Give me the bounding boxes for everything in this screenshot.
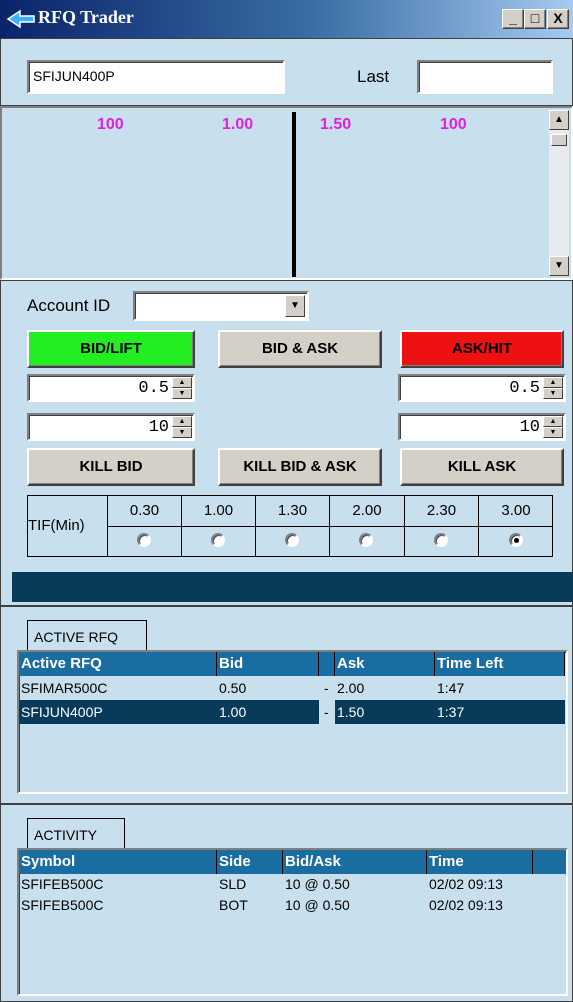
scroll-down-arrow-icon[interactable]: ▼	[549, 256, 569, 276]
table-row[interactable]: SFIFEB500C SLD 10 @ 0.50 02/02 09:13	[19, 874, 565, 896]
tif-radio-1-30[interactable]	[285, 533, 299, 547]
bid-and-ask-button[interactable]: BID & ASK	[218, 330, 382, 368]
rfq-bid: 1.00	[219, 704, 247, 720]
bid-price-spinner[interactable]: 0.5 ▲ ▼	[27, 374, 195, 402]
tif-option-2-30[interactable]: 2.30	[404, 495, 478, 557]
column-header-side[interactable]: Side	[217, 850, 283, 874]
ask-hit-button[interactable]: ASK/HIT	[400, 330, 564, 368]
column-header-time[interactable]: Time	[427, 850, 533, 874]
tab-activity[interactable]: ACTIVITY	[27, 818, 125, 848]
activity-table: Symbol Side Bid/Ask Time SFIFEB500C SLD …	[17, 848, 568, 996]
account-id-select[interactable]: ▼	[133, 291, 309, 321]
minimize-button[interactable]: _	[502, 9, 524, 29]
activity-time: 02/02 09:13	[429, 876, 503, 892]
activity-bid-ask: 10 @ 0.50	[285, 876, 350, 892]
spin-down-icon[interactable]: ▼	[543, 388, 563, 399]
tif-option-2-00[interactable]: 2.00	[329, 495, 404, 557]
spin-down-icon[interactable]: ▼	[543, 427, 563, 438]
kill-bid-and-ask-button[interactable]: KILL BID & ASK	[218, 448, 382, 486]
chevron-down-icon[interactable]: ▼	[285, 295, 305, 317]
ask-qty-value: 10	[519, 418, 540, 437]
rfq-time-left: 1:47	[437, 680, 465, 696]
spin-up-icon[interactable]: ▲	[543, 416, 563, 427]
tif-label: TIF(Min)	[28, 517, 85, 534]
tif-radio-2-30[interactable]	[434, 533, 448, 547]
activity-symbol: SFIFEB500C	[21, 897, 104, 913]
spin-down-icon[interactable]: ▼	[172, 388, 192, 399]
activity-time: 02/02 09:13	[429, 897, 503, 913]
spin-up-icon[interactable]: ▲	[172, 377, 192, 388]
bid-price: 1.00	[222, 116, 254, 133]
table-row[interactable]: SFIMAR500C 0.50 - 2.00 1:47	[19, 676, 565, 700]
ask-price-value: 0.5	[509, 379, 540, 398]
bid-price-value: 0.5	[138, 379, 169, 398]
table-row[interactable]: SFIFEB500C BOT 10 @ 0.50 02/02 09:13	[19, 895, 565, 917]
symbol-input[interactable]: SFIJUN400P	[27, 60, 285, 94]
activity-side: SLD	[219, 876, 247, 892]
tif-option-0-30[interactable]: 0.30	[107, 495, 181, 557]
rfq-symbol: SFIMAR500C	[21, 680, 108, 696]
rfq-ask: 2.00	[337, 680, 365, 696]
bid-size: 100	[97, 116, 124, 133]
tif-option-3-00[interactable]: 3.00	[478, 495, 553, 557]
column-header-bid[interactable]: Bid	[217, 652, 319, 676]
table-row-selected[interactable]: SFIJUN400P 1.00 - 1.50 1:37	[19, 700, 565, 724]
bid-lift-button[interactable]: BID/LIFT	[27, 330, 195, 368]
activity-bid-ask: 10 @ 0.50	[285, 897, 350, 913]
bid-qty-value: 10	[148, 418, 169, 437]
spin-up-icon[interactable]: ▲	[172, 416, 192, 427]
tif-radio-3-00[interactable]	[509, 533, 523, 547]
rfq-symbol: SFIJUN400P	[21, 704, 103, 720]
depth-panel	[0, 106, 573, 280]
bid-qty-spinner[interactable]: 10 ▲ ▼	[27, 413, 195, 441]
account-id-label: Account ID	[27, 296, 111, 315]
kill-ask-button[interactable]: KILL ASK	[400, 448, 564, 486]
ask-price: 1.50	[320, 116, 352, 133]
tif-radio-0-30[interactable]	[137, 533, 151, 547]
kill-bid-button[interactable]: KILL BID	[27, 448, 195, 486]
column-header-symbol[interactable]: Symbol	[19, 850, 217, 874]
ask-size: 100	[440, 116, 467, 133]
status-bar	[12, 572, 573, 602]
tab-active-rfq[interactable]: ACTIVE RFQ	[27, 620, 147, 650]
spin-up-icon[interactable]: ▲	[543, 377, 563, 388]
last-label: Last	[357, 67, 390, 86]
ask-qty-spinner[interactable]: 10 ▲ ▼	[398, 413, 566, 441]
ask-price-spinner[interactable]: 0.5 ▲ ▼	[398, 374, 566, 402]
app-icon	[6, 9, 35, 29]
tif-option-1-30[interactable]: 1.30	[255, 495, 329, 557]
tif-radio-1-00[interactable]	[211, 533, 225, 547]
rfq-bid: 0.50	[219, 680, 247, 696]
order-entry-panel	[0, 280, 573, 606]
scroll-up-arrow-icon[interactable]: ▲	[549, 110, 569, 130]
spin-down-icon[interactable]: ▼	[172, 427, 192, 438]
close-button[interactable]: X	[547, 9, 569, 29]
last-price-field[interactable]	[417, 60, 553, 94]
column-header-time-left[interactable]: Time Left	[435, 652, 565, 676]
column-header-filler	[533, 850, 566, 874]
column-header-bid-ask[interactable]: Bid/Ask	[283, 850, 427, 874]
window-title: RFQ Trader	[38, 7, 134, 27]
rfq-time-left: 1:37	[437, 704, 465, 720]
depth-divider	[292, 112, 296, 277]
column-header-separator[interactable]	[319, 652, 335, 676]
activity-side: BOT	[219, 897, 248, 913]
column-header-ask[interactable]: Ask	[335, 652, 435, 676]
maximize-button[interactable]: □	[524, 9, 546, 29]
scroll-thumb[interactable]	[551, 134, 567, 146]
tif-option-1-00[interactable]: 1.00	[181, 495, 255, 557]
rfq-ask: 1.50	[337, 704, 365, 720]
activity-symbol: SFIFEB500C	[21, 876, 104, 892]
active-rfq-table: Active RFQ Bid Ask Time Left SFIMAR500C …	[17, 650, 568, 794]
rfq-separator: -	[324, 680, 329, 696]
column-header-active-rfq[interactable]: Active RFQ	[19, 652, 217, 676]
rfq-separator: -	[324, 704, 329, 720]
tif-radio-2-00[interactable]	[359, 533, 373, 547]
